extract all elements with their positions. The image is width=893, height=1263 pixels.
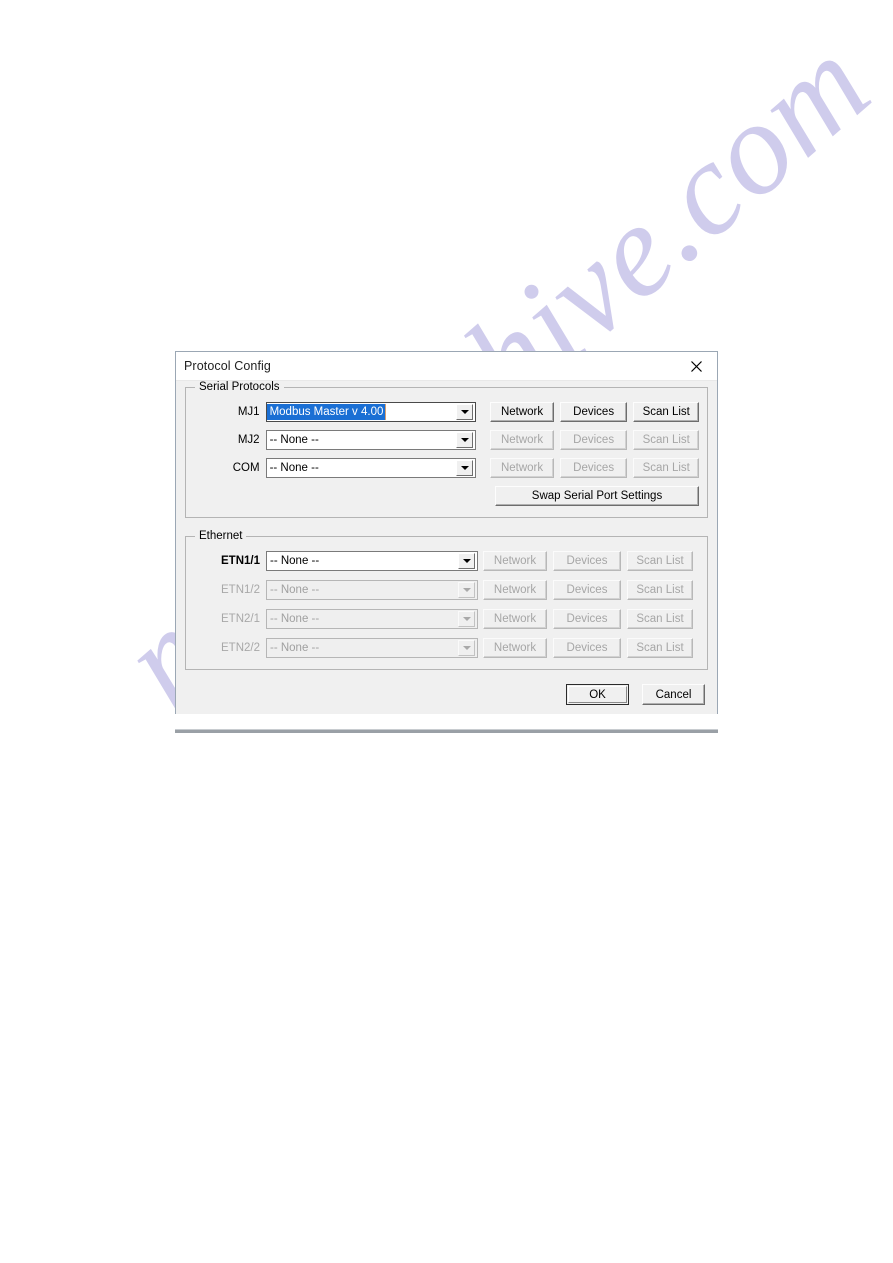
ethernet-etn1-1-devices-button: Devices [553,551,621,571]
chevron-down-icon[interactable] [456,432,474,448]
chevron-down-icon[interactable] [456,460,474,476]
serial-com-scanlist-button: Scan List [633,458,700,478]
ethernet-etn1-1-network-button: Network [483,551,547,571]
ethernet-label-etn2-1: ETN2/1 [221,613,260,625]
ethernet-combo-etn2-1: -- None -- [266,609,478,629]
serial-combo-mj1[interactable]: Modbus Master v 4.00 [265,402,477,422]
serial-row-mj2: MJ2 -- None -- Network Devices Scan List [194,429,700,451]
serial-label-com: COM [232,462,260,474]
swap-serial-port-settings-button[interactable]: Swap Serial Port Settings [495,486,699,506]
chevron-down-icon [458,611,475,627]
ethernet-label-etn1-1: ETN1/1 [221,555,260,567]
serial-mj2-network-button: Network [490,430,554,450]
ethernet-etn2-1-scanlist-button: Scan List [627,609,693,629]
serial-combo-mj1-value: Modbus Master v 4.00 [266,404,387,420]
ethernet-group: Ethernet ETN1/1 -- None -- Network Devic… [185,530,708,670]
serial-row-com: COM -- None -- Network Devices Scan List [194,457,700,479]
dialog-bottom-edge [175,729,718,733]
ethernet-combo-etn2-1-value: -- None -- [270,613,320,625]
chevron-down-icon [458,582,475,598]
chevron-down-icon[interactable] [456,404,474,420]
ethernet-etn2-2-scanlist-button: Scan List [627,638,693,658]
serial-protocols-legend: Serial Protocols [195,381,284,393]
ethernet-combo-etn1-1[interactable]: -- None -- [266,551,478,571]
serial-row-mj1: MJ1 Modbus Master v 4.00 Network Devices… [194,401,700,423]
ethernet-combo-etn1-1-value: -- None -- [270,555,320,567]
ethernet-row-etn2-2: ETN2/2 -- None -- Network Devices Scan L… [194,637,699,659]
serial-combo-mj2[interactable]: -- None -- [265,430,477,450]
ethernet-legend: Ethernet [195,530,247,542]
serial-com-devices-button: Devices [559,458,628,478]
chevron-down-icon[interactable] [458,553,475,569]
ethernet-row-etn2-1: ETN2/1 -- None -- Network Devices Scan L… [194,608,699,630]
ethernet-etn1-2-devices-button: Devices [553,580,621,600]
serial-mj2-scanlist-button: Scan List [633,430,700,450]
serial-combo-mj2-value: -- None -- [269,434,319,446]
dialog-titlebar: Protocol Config [176,352,717,381]
serial-mj2-devices-button: Devices [559,430,628,450]
ethernet-row-etn1-1: ETN1/1 -- None -- Network Devices Scan L… [194,550,699,572]
serial-label-mj1: MJ1 [237,406,260,418]
ethernet-label-etn2-2: ETN2/2 [221,642,260,654]
serial-mj1-scanlist-button[interactable]: Scan List [633,402,700,422]
dialog-body: Serial Protocols MJ1 Modbus Master v 4.0… [176,381,717,714]
ethernet-combo-etn2-2: -- None -- [266,638,478,658]
serial-combo-com-value: -- None -- [269,462,319,474]
serial-com-network-button: Network [490,458,554,478]
serial-combo-com[interactable]: -- None -- [265,458,477,478]
serial-mj1-devices-button[interactable]: Devices [559,402,628,422]
ethernet-etn2-2-devices-button: Devices [553,638,621,658]
serial-mj1-network-button[interactable]: Network [490,402,554,422]
chevron-down-icon [458,640,475,656]
serial-protocols-group: Serial Protocols MJ1 Modbus Master v 4.0… [185,381,708,518]
dialog-title: Protocol Config [184,359,271,373]
ethernet-label-etn1-2: ETN1/2 [221,584,260,596]
serial-label-mj2: MJ2 [237,434,260,446]
ethernet-etn1-2-network-button: Network [483,580,547,600]
ethernet-combo-etn1-2-value: -- None -- [270,584,320,596]
ethernet-etn2-2-network-button: Network [483,638,547,658]
protocol-config-dialog: Protocol Config Serial Protocols MJ1 Mod… [175,351,718,714]
ok-button[interactable]: OK [566,684,629,705]
ethernet-combo-etn1-2: -- None -- [266,580,478,600]
ethernet-etn1-1-scanlist-button: Scan List [627,551,693,571]
ethernet-combo-etn2-2-value: -- None -- [270,642,320,654]
ethernet-etn1-2-scanlist-button: Scan List [627,580,693,600]
close-icon[interactable] [679,352,713,380]
ethernet-etn2-1-devices-button: Devices [553,609,621,629]
serial-row-swap: Swap Serial Port Settings [194,485,699,507]
ethernet-etn2-1-network-button: Network [483,609,547,629]
ethernet-row-etn1-2: ETN1/2 -- None -- Network Devices Scan L… [194,579,699,601]
cancel-button[interactable]: Cancel [642,684,705,705]
dialog-footer: OK Cancel [185,682,708,705]
